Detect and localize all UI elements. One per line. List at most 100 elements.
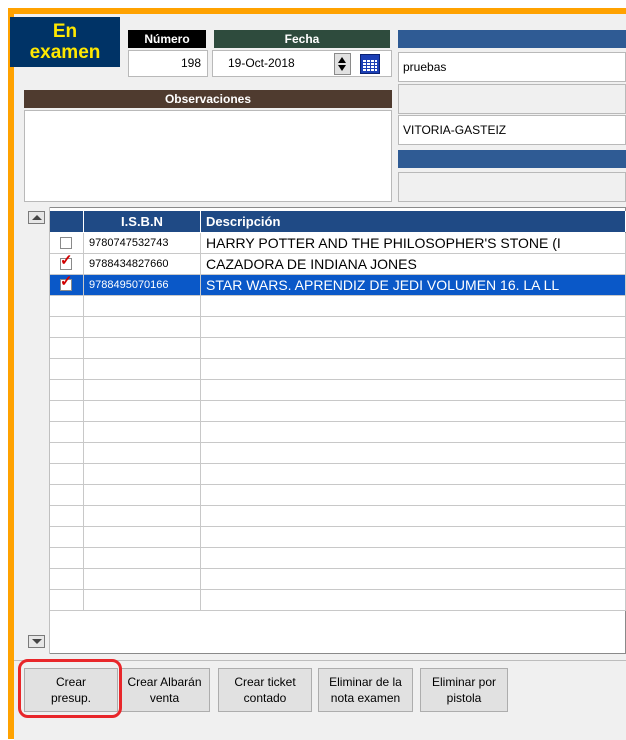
table-row[interactable]: 9780747532743 HARRY POTTER AND THE PHILOS… <box>50 233 626 254</box>
empty-row[interactable] <box>50 422 626 443</box>
eliminar-pistola-button[interactable]: Eliminar por pistola <box>420 668 508 712</box>
row-check-cell[interactable]: ✓ <box>50 275 84 295</box>
empty-row[interactable] <box>50 443 626 464</box>
column-header-descripcion[interactable]: Descripción <box>201 211 626 232</box>
row-check-cell[interactable] <box>50 401 84 421</box>
grid-scrollbar[interactable] <box>24 207 50 654</box>
empty-row[interactable] <box>50 317 626 338</box>
row-isbn: 9788495070166 <box>84 275 201 295</box>
row-isbn <box>84 443 201 463</box>
empty-row[interactable] <box>50 569 626 590</box>
row-check-cell[interactable] <box>50 464 84 484</box>
status-badge: En examen <box>10 17 120 67</box>
row-description <box>201 422 626 442</box>
row-check-cell[interactable] <box>50 338 84 358</box>
row-description <box>201 443 626 463</box>
empty-row[interactable] <box>50 506 626 527</box>
empty-row[interactable] <box>50 527 626 548</box>
row-isbn <box>84 296 201 316</box>
row-checkbox[interactable] <box>60 237 72 249</box>
row-checkbox[interactable]: ✓ <box>60 254 73 270</box>
row-check-cell[interactable] <box>50 527 84 547</box>
crear-ticket-button[interactable]: Crear ticket contado <box>218 668 312 712</box>
row-description <box>201 380 626 400</box>
row-check-cell[interactable] <box>50 569 84 589</box>
empty-row[interactable] <box>50 296 626 317</box>
numero-header: Número <box>128 30 206 48</box>
row-description <box>201 485 626 505</box>
row-description <box>201 338 626 358</box>
row-description: HARRY POTTER AND THE PHILOSOPHER'S STONE… <box>201 233 626 253</box>
row-isbn <box>84 569 201 589</box>
empty-row[interactable] <box>50 359 626 380</box>
row-description <box>201 359 626 379</box>
client-field-4[interactable] <box>398 172 626 202</box>
row-check-cell[interactable] <box>50 506 84 526</box>
scroll-down-icon[interactable] <box>28 635 45 648</box>
observaciones-header: Observaciones <box>24 90 392 108</box>
scroll-up-icon[interactable] <box>28 211 45 224</box>
row-description <box>201 464 626 484</box>
empty-row[interactable] <box>50 401 626 422</box>
row-description <box>201 548 626 568</box>
row-check-cell[interactable]: ✓ <box>50 254 84 274</box>
observaciones-textarea[interactable] <box>24 110 392 202</box>
crear-albaran-button[interactable]: Crear Albarán venta <box>119 668 210 712</box>
eliminar-nota-button[interactable]: Eliminar de la nota examen <box>318 668 413 712</box>
table-row[interactable]: ✓ 9788495070166 STAR WARS. APRENDIZ DE JED… <box>50 275 626 296</box>
row-check-cell[interactable] <box>50 443 84 463</box>
row-check-cell[interactable] <box>50 422 84 442</box>
row-check-cell[interactable] <box>50 317 84 337</box>
row-description <box>201 317 626 337</box>
row-description: CAZADORA DE INDIANA JONES <box>201 254 626 274</box>
row-checkbox[interactable]: ✓ <box>60 275 73 291</box>
row-isbn <box>84 338 201 358</box>
empty-row[interactable] <box>50 485 626 506</box>
checkmark-icon: ✓ <box>60 254 73 269</box>
table-row[interactable]: ✓ 9788434827660 CAZADORA DE INDIANA JONES <box>50 254 626 275</box>
row-check-cell[interactable] <box>50 380 84 400</box>
row-description <box>201 527 626 547</box>
row-isbn <box>84 359 201 379</box>
client-name: pruebas <box>403 60 447 74</box>
empty-row[interactable] <box>50 590 626 611</box>
client-city: VITORIA-GASTEIZ <box>403 123 507 137</box>
row-description <box>201 296 626 316</box>
status-line2: examen <box>29 42 101 63</box>
row-check-cell[interactable] <box>50 233 84 253</box>
row-check-cell[interactable] <box>50 296 84 316</box>
row-check-cell[interactable] <box>50 548 84 568</box>
row-isbn <box>84 317 201 337</box>
row-description <box>201 569 626 589</box>
row-check-cell[interactable] <box>50 485 84 505</box>
row-isbn <box>84 506 201 526</box>
row-description: STAR WARS. APRENDIZ DE JEDI VOLUMEN 16. … <box>201 275 626 295</box>
column-header-isbn[interactable]: I.S.B.N <box>84 211 201 232</box>
empty-row[interactable] <box>50 464 626 485</box>
numero-field[interactable]: 198 <box>128 50 208 77</box>
empty-row[interactable] <box>50 338 626 359</box>
row-description <box>201 401 626 421</box>
calendar-icon[interactable] <box>360 54 380 74</box>
row-isbn <box>84 401 201 421</box>
numero-value: 198 <box>180 56 201 70</box>
row-isbn <box>84 380 201 400</box>
client-name-field[interactable]: pruebas <box>398 52 626 82</box>
row-description <box>201 506 626 526</box>
row-isbn: 9780747532743 <box>84 233 201 253</box>
row-check-cell[interactable] <box>50 359 84 379</box>
row-check-cell[interactable] <box>50 590 84 610</box>
client-field-2[interactable] <box>398 84 626 114</box>
date-spinner[interactable] <box>334 53 351 75</box>
empty-row[interactable] <box>50 380 626 401</box>
client-header <box>398 30 626 48</box>
checkmark-icon: ✓ <box>60 275 73 290</box>
fecha-header: Fecha <box>214 30 390 48</box>
column-header-check <box>50 211 84 232</box>
client-city-field[interactable]: VITORIA-GASTEIZ <box>398 115 626 145</box>
row-isbn <box>84 422 201 442</box>
row-isbn <box>84 548 201 568</box>
empty-row[interactable] <box>50 548 626 569</box>
row-description <box>201 590 626 610</box>
row-isbn <box>84 590 201 610</box>
